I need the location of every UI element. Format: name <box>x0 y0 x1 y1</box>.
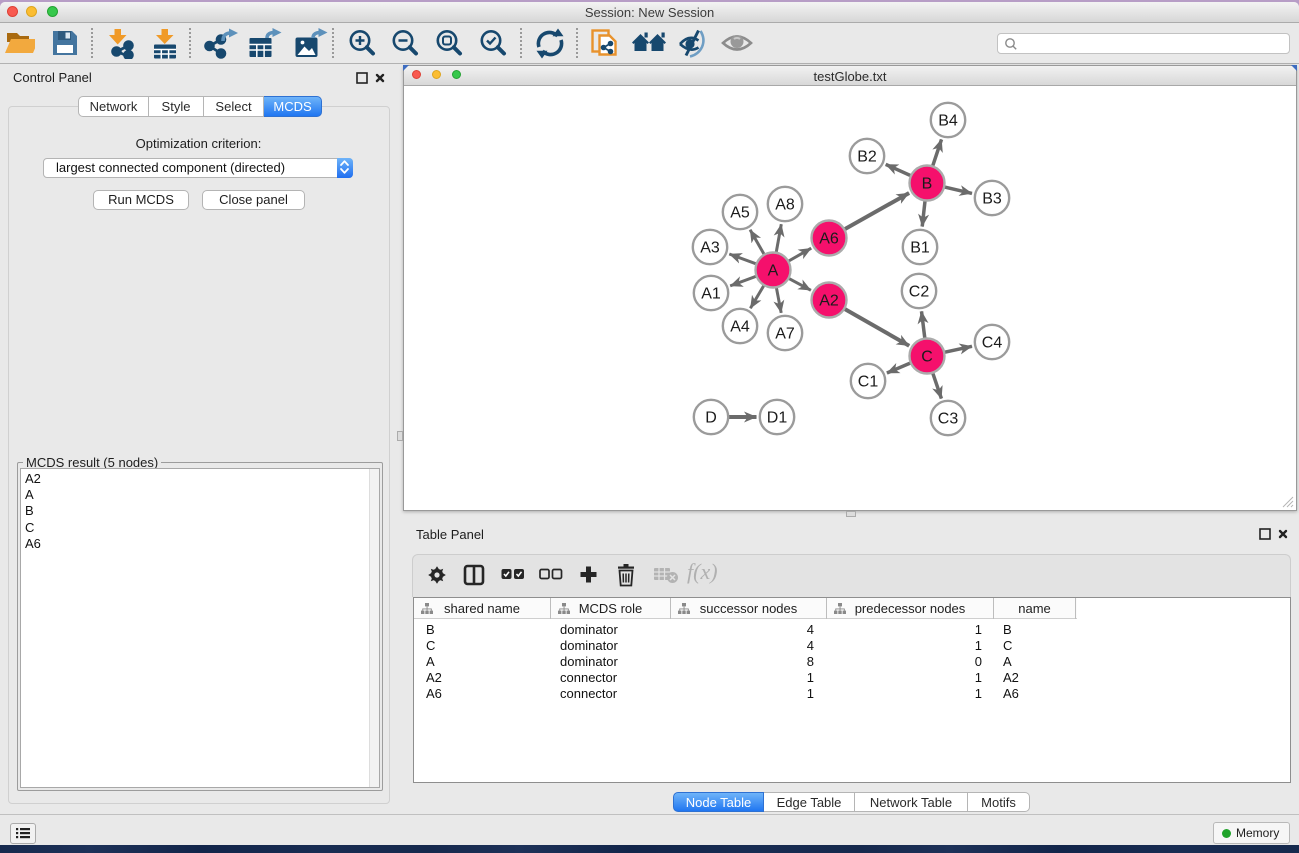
svg-text:A8: A8 <box>775 197 795 214</box>
svg-text:C4: C4 <box>982 335 1003 352</box>
svg-text:A4: A4 <box>730 319 750 336</box>
svg-text:A1: A1 <box>701 286 721 303</box>
svg-text:D1: D1 <box>767 410 788 427</box>
svg-text:B3: B3 <box>982 191 1002 208</box>
svg-text:A7: A7 <box>775 326 795 343</box>
svg-text:B2: B2 <box>857 149 877 166</box>
svg-text:B4: B4 <box>938 113 958 130</box>
svg-text:C1: C1 <box>858 374 879 391</box>
svg-text:A: A <box>768 263 779 280</box>
svg-text:A6: A6 <box>819 231 839 248</box>
svg-text:B: B <box>922 176 933 193</box>
svg-text:B1: B1 <box>910 240 930 257</box>
svg-text:C3: C3 <box>938 411 959 428</box>
svg-text:C: C <box>921 349 933 366</box>
svg-text:A3: A3 <box>700 240 720 257</box>
svg-text:C2: C2 <box>909 284 930 301</box>
svg-text:A5: A5 <box>730 205 750 222</box>
svg-text:D: D <box>705 410 717 427</box>
svg-text:A2: A2 <box>819 293 839 310</box>
